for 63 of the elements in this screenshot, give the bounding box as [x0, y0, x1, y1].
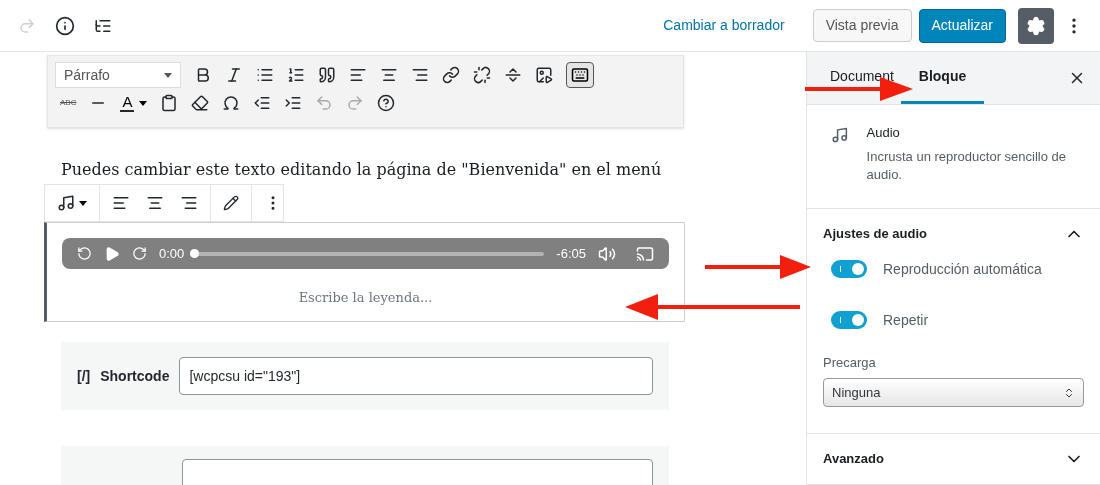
- keyboard-icon[interactable]: [571, 66, 589, 84]
- text-color-button[interactable]: A: [120, 94, 135, 112]
- toolbar-toggle-button[interactable]: [566, 62, 594, 88]
- settings-button[interactable]: [1018, 7, 1054, 44]
- toggle-label: Reproducción automática: [883, 259, 1042, 279]
- unlink-icon[interactable]: [473, 66, 491, 84]
- skip-forward-icon[interactable]: [132, 246, 147, 261]
- sidebar-tab[interactable]: Document: [823, 52, 901, 104]
- preload-select[interactable]: Ninguna: [823, 378, 1084, 407]
- gear-icon[interactable]: [1026, 15, 1046, 36]
- paste-text-icon[interactable]: [160, 94, 179, 112]
- block-title: Audio: [866, 124, 901, 142]
- switch-to-draft-link[interactable]: Cambiar a borrador: [663, 15, 785, 36]
- update-button[interactable]: Actualizar: [918, 8, 1006, 43]
- format-select[interactable]: Párrafo: [55, 62, 181, 88]
- help-icon[interactable]: [377, 94, 396, 112]
- pencil-icon[interactable]: [223, 195, 239, 211]
- caption-placeholder[interactable]: Escribe la leyenda...: [298, 288, 433, 308]
- indent-icon[interactable]: [284, 94, 303, 112]
- airplay-icon[interactable]: [636, 244, 654, 263]
- play-icon[interactable]: [104, 245, 120, 262]
- align-center-icon[interactable]: [380, 66, 398, 84]
- align-left-icon[interactable]: [112, 194, 130, 212]
- paragraph-text: Puedes cambiar este texto editando la página de "Bienvenida" en el menú: [61, 159, 663, 180]
- music-note-icon[interactable]: [831, 125, 849, 145]
- caret-icon[interactable]: [139, 100, 148, 106]
- align-right-icon[interactable]: [411, 66, 429, 84]
- bullet-list-icon[interactable]: [256, 66, 274, 84]
- italic-icon[interactable]: [225, 66, 243, 84]
- shortcode-input[interactable]: [wcpcsu id="193"]: [179, 357, 653, 395]
- progress-thumb[interactable]: [190, 249, 200, 258]
- block-description: Incrusta un reproductor sencillo de audio.: [866, 147, 1067, 184]
- shortcode-icon: [/]: [77, 365, 91, 387]
- caret-icon[interactable]: [79, 200, 87, 206]
- align-left-icon[interactable]: [349, 66, 367, 84]
- remaining-time: -6:05: [556, 244, 586, 263]
- toggle-switch[interactable]: [831, 311, 867, 329]
- eraser-icon[interactable]: [191, 94, 210, 112]
- shortcode-label: Shortcode: [100, 366, 170, 386]
- music-note-icon[interactable]: [57, 194, 75, 212]
- up-down-arrows-icon[interactable]: [1063, 386, 1075, 399]
- panel-header[interactable]: Avanzado: [823, 434, 1084, 484]
- toggle-label: Repetir: [883, 310, 929, 330]
- preview-button[interactable]: Vista previa: [812, 9, 912, 42]
- progress-track[interactable]: [190, 251, 545, 256]
- align-center-icon[interactable]: [146, 194, 164, 212]
- read-more-icon[interactable]: [504, 66, 522, 84]
- info-icon[interactable]: [55, 15, 75, 36]
- special-character-icon[interactable]: [222, 94, 241, 112]
- align-right-icon[interactable]: [180, 194, 198, 212]
- strikethrough-button[interactable]: ABC: [60, 97, 77, 109]
- volume-icon[interactable]: [598, 244, 616, 263]
- toggle-switch[interactable]: [831, 260, 867, 278]
- add-media-icon[interactable]: [535, 66, 553, 84]
- select-label: Precarga: [823, 353, 877, 372]
- quote-icon[interactable]: [318, 66, 336, 84]
- caret-icon[interactable]: [164, 72, 172, 78]
- current-time: 0:00: [159, 244, 185, 263]
- skip-back-icon[interactable]: [77, 246, 92, 261]
- link-icon[interactable]: [442, 66, 460, 84]
- panel-header[interactable]: Ajustes de audio: [823, 208, 1084, 259]
- numbered-list-icon[interactable]: [287, 66, 305, 84]
- outdent-icon[interactable]: [253, 94, 272, 112]
